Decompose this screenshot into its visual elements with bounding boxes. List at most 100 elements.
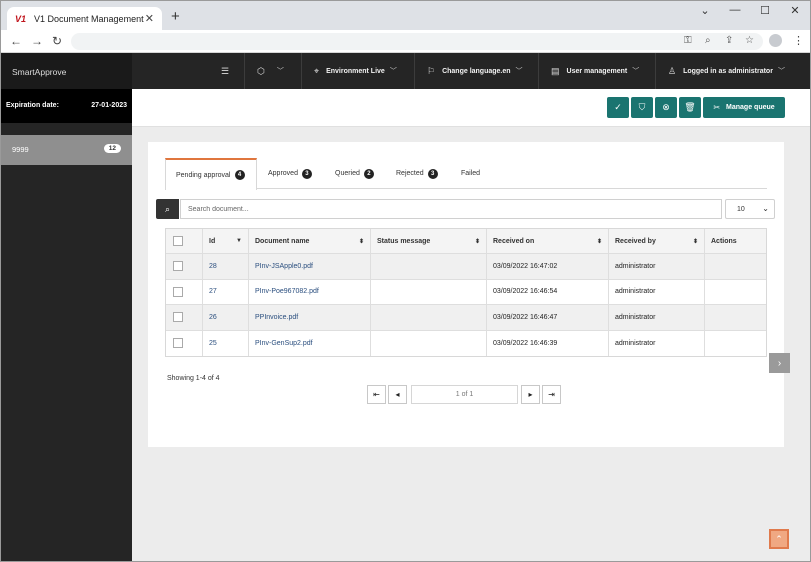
- table-scroll-right-button[interactable]: ›: [769, 353, 790, 373]
- check-circle-icon: ✓: [614, 102, 622, 112]
- back-icon[interactable]: ←: [10, 34, 22, 48]
- received-on-cell: 03/09/2022 16:46:39: [487, 330, 609, 356]
- flag-icon: ⚐: [427, 65, 436, 76]
- language-dropdown[interactable]: ⚐ Change language.en ﹀: [414, 53, 538, 89]
- document-id-link[interactable]: 27: [209, 288, 217, 295]
- chevron-up-icon: ⌃: [775, 533, 783, 544]
- menu-icon: ☰: [220, 65, 230, 76]
- select-all-cell: [166, 229, 203, 253]
- tab-pending-approval[interactable]: Pending approval 4: [165, 158, 257, 190]
- bookmark-star-icon[interactable]: ☆: [745, 35, 754, 46]
- table-header-row: Id ▼ Document name ⬍ Status message ⬍ Recei…: [166, 229, 766, 254]
- column-header-id[interactable]: Id ▼: [203, 229, 249, 253]
- search-button[interactable]: ⌕: [156, 199, 179, 219]
- reload-icon[interactable]: ↻: [52, 34, 62, 48]
- page-size-select[interactable]: 10 ⌄: [725, 199, 775, 219]
- document-name-link[interactable]: PPInvoice.pdf: [255, 314, 298, 321]
- document-id-link[interactable]: 25: [209, 340, 217, 347]
- previous-page-icon: ◂: [395, 390, 400, 399]
- zoom-icon[interactable]: ⌕: [705, 35, 711, 46]
- document-id-link[interactable]: 28: [209, 263, 217, 270]
- close-window-button[interactable]: ✕: [780, 1, 810, 21]
- browser-menu-icon[interactable]: ⋮: [793, 34, 804, 47]
- query-button[interactable]: ⛉: [631, 97, 653, 118]
- user-icon: ♙: [668, 65, 677, 76]
- sidebar-item-queue[interactable]: 9999 12: [1, 135, 132, 165]
- column-header-received-by[interactable]: Received by ⬍: [609, 229, 705, 253]
- table-row[interactable]: 26 PPInvoice.pdf 03/09/2022 16:46:47 adm…: [166, 305, 766, 331]
- close-tab-icon[interactable]: ✕: [145, 12, 154, 25]
- maximize-button[interactable]: ☐: [750, 1, 780, 21]
- sidebar: SmartApprove Expiration date: 27-01-2023…: [1, 53, 132, 561]
- menu-toggle[interactable]: ☰: [206, 53, 244, 89]
- reject-button[interactable]: ⊗: [655, 97, 677, 118]
- previous-page-button[interactable]: ◂: [388, 385, 407, 404]
- table-row[interactable]: 25 PInv-GenSup2.pdf 03/09/2022 16:46:39 …: [166, 330, 766, 356]
- row-checkbox[interactable]: [173, 286, 183, 297]
- table-row[interactable]: 28 PInv-JSApple0.pdf 03/09/2022 16:47:02…: [166, 254, 766, 280]
- document-name-link[interactable]: PInv-GenSup2.pdf: [255, 340, 313, 347]
- received-on-cell: 03/09/2022 16:46:54: [487, 279, 609, 304]
- delete-button[interactable]: 🗑: [679, 97, 701, 118]
- document-id-link[interactable]: 26: [209, 314, 217, 321]
- address-bar: ← → ↻ ⚿ ⌕ ⇪ ☆ ⋮: [1, 30, 810, 53]
- document-name-link[interactable]: PInv-Poe967082.pdf: [255, 288, 319, 295]
- expiration-value: 27-01-2023: [91, 102, 127, 109]
- window-controls: ⌄ — ☐ ✕: [690, 1, 810, 21]
- approve-button[interactable]: ✓: [607, 97, 629, 118]
- tab-queried[interactable]: Queried 2: [325, 158, 384, 189]
- showing-count: Showing 1-4 of 4: [167, 375, 220, 382]
- row-checkbox[interactable]: [173, 338, 183, 349]
- minimize-button[interactable]: —: [720, 1, 750, 21]
- manage-queue-label: Manage queue: [726, 104, 775, 111]
- top-navigation: ☰ ⬡ ﹀ ⌖ Environment Live ﹀ ⚐ Change lang…: [132, 53, 810, 89]
- received-by-cell: administrator: [609, 279, 705, 304]
- manage-queue-button[interactable]: ✂ Manage queue: [703, 97, 785, 118]
- app-logo: V1: [15, 13, 27, 24]
- chevron-down-icon: ﹀: [777, 68, 785, 75]
- cancel-circle-icon: ⊗: [662, 102, 670, 112]
- received-by-cell: administrator: [609, 254, 705, 279]
- row-checkbox[interactable]: [173, 312, 183, 323]
- first-page-button[interactable]: ⇤: [367, 385, 386, 404]
- table-row[interactable]: 27 PInv-Poe967082.pdf 03/09/2022 16:46:5…: [166, 279, 766, 305]
- key-icon[interactable]: ⚿: [684, 35, 692, 46]
- expiration-bar: Expiration date: 27-01-2023: [1, 89, 132, 123]
- user-management-dropdown[interactable]: ▤ User management ﹀: [538, 53, 655, 89]
- environment-dropdown[interactable]: ⌖ Environment Live ﹀: [301, 53, 414, 89]
- chevron-down-icon: ﹀: [389, 68, 397, 75]
- profile-avatar[interactable]: [769, 34, 782, 47]
- last-page-button[interactable]: ⇥: [542, 385, 561, 404]
- select-all-checkbox[interactable]: [173, 236, 183, 246]
- document-name-link[interactable]: PInv-JSApple0.pdf: [255, 263, 313, 270]
- share-icon[interactable]: ⇪: [725, 35, 733, 46]
- next-page-icon: ▸: [528, 390, 533, 399]
- browser-tab[interactable]: V1 V1 Document Management ✕: [7, 7, 162, 30]
- tab-rejected[interactable]: Rejected 3: [386, 158, 448, 189]
- column-header-status-message[interactable]: Status message ⬍: [371, 229, 487, 253]
- forward-icon[interactable]: →: [31, 34, 43, 48]
- expiration-label: Expiration date:: [6, 102, 59, 109]
- url-field[interactable]: [71, 33, 763, 50]
- search-input[interactable]: [180, 199, 722, 219]
- new-tab-button[interactable]: +: [171, 8, 180, 25]
- tab-count-badge: 3: [427, 168, 438, 179]
- chevron-down-icon: ﹀: [276, 68, 284, 75]
- tab-search-icon[interactable]: ⌄: [690, 1, 720, 21]
- tab-label: Pending approval: [176, 171, 231, 179]
- status-message-cell: [371, 305, 487, 330]
- next-page-button[interactable]: ▸: [521, 385, 540, 404]
- tab-approved[interactable]: Approved 3: [258, 158, 322, 189]
- main-content: Pending approval 4 Approved 3 Queried 2 …: [132, 127, 810, 561]
- column-header-received-on[interactable]: Received on ⬍: [487, 229, 609, 253]
- column-header-document-name[interactable]: Document name ⬍: [249, 229, 371, 253]
- scroll-to-top-button[interactable]: ⌃: [769, 529, 789, 549]
- cubes-icon: ⬡: [257, 65, 265, 76]
- column-header-actions: Actions: [711, 237, 737, 245]
- tab-failed[interactable]: Failed: [451, 158, 490, 189]
- environment-label: Environment Live: [326, 67, 385, 75]
- page-size-value: 10: [737, 206, 745, 213]
- modules-dropdown[interactable]: ⬡ ﹀: [244, 53, 301, 89]
- row-checkbox[interactable]: [173, 261, 183, 272]
- account-dropdown[interactable]: ♙ Logged in as administrator ﹀: [655, 53, 810, 89]
